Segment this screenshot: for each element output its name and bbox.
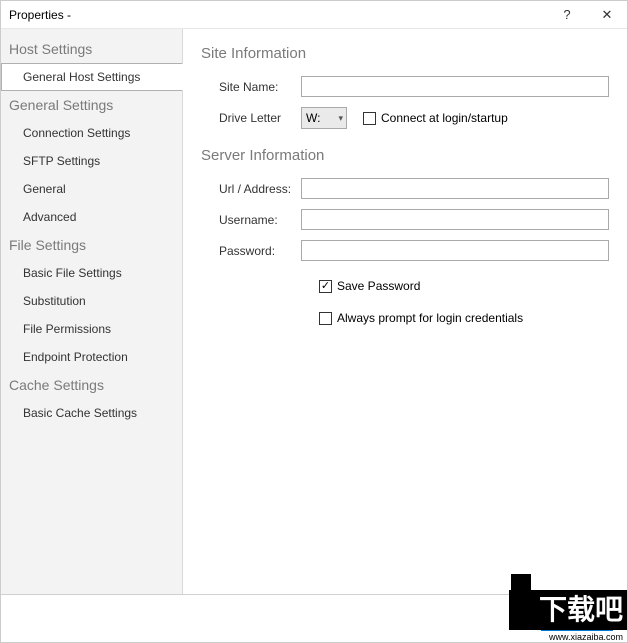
titlebar: Properties - ? ✕ bbox=[1, 1, 627, 29]
site-name-label: Site Name: bbox=[201, 80, 301, 94]
drive-letter-label: Drive Letter bbox=[201, 111, 301, 125]
row-password: Password: bbox=[201, 240, 609, 261]
main-panel: Site Information Site Name: Drive Letter… bbox=[183, 29, 627, 594]
connect-startup-label: Connect at login/startup bbox=[381, 111, 508, 125]
server-information-title: Server Information bbox=[201, 147, 609, 164]
ok-button[interactable] bbox=[541, 607, 613, 631]
help-button[interactable]: ? bbox=[547, 1, 587, 29]
always-prompt-checkbox[interactable] bbox=[319, 312, 332, 325]
window-title: Properties - bbox=[9, 8, 547, 22]
row-url: Url / Address: bbox=[201, 178, 609, 199]
nav-file-permissions[interactable]: File Permissions bbox=[1, 315, 182, 343]
connect-startup-checkbox[interactable] bbox=[363, 112, 376, 125]
close-button[interactable]: ✕ bbox=[587, 1, 627, 29]
nav-basic-file-settings[interactable]: Basic File Settings bbox=[1, 259, 182, 287]
row-username: Username: bbox=[201, 209, 609, 230]
nav-sftp-settings[interactable]: SFTP Settings bbox=[1, 147, 182, 175]
save-password-wrap[interactable]: Save Password bbox=[319, 279, 420, 293]
nav-advanced[interactable]: Advanced bbox=[1, 203, 182, 231]
nav-general[interactable]: General bbox=[1, 175, 182, 203]
site-name-input[interactable] bbox=[301, 76, 609, 97]
save-password-checkbox[interactable] bbox=[319, 280, 332, 293]
username-input[interactable] bbox=[301, 209, 609, 230]
connect-startup-wrap[interactable]: Connect at login/startup bbox=[363, 111, 508, 125]
nav-general-host-settings[interactable]: General Host Settings bbox=[1, 63, 183, 91]
row-site-name: Site Name: bbox=[201, 76, 609, 97]
nav-endpoint-protection[interactable]: Endpoint Protection bbox=[1, 343, 182, 371]
drive-letter-value: W: bbox=[306, 111, 320, 125]
url-label: Url / Address: bbox=[201, 182, 301, 196]
section-header-file: File Settings bbox=[1, 231, 182, 259]
password-label: Password: bbox=[201, 244, 301, 258]
nav-substitution[interactable]: Substitution bbox=[1, 287, 182, 315]
always-prompt-label: Always prompt for login credentials bbox=[337, 311, 523, 325]
always-prompt-wrap[interactable]: Always prompt for login credentials bbox=[319, 311, 523, 325]
row-save-password: Save Password bbox=[201, 279, 609, 293]
nav-basic-cache-settings[interactable]: Basic Cache Settings bbox=[1, 399, 182, 427]
section-header-host: Host Settings bbox=[1, 35, 182, 63]
save-password-label: Save Password bbox=[337, 279, 420, 293]
chevron-down-icon: ▾ bbox=[338, 113, 343, 124]
row-drive-letter: Drive Letter W: ▾ Connect at login/start… bbox=[201, 107, 609, 129]
section-header-general: General Settings bbox=[1, 91, 182, 119]
nav-connection-settings[interactable]: Connection Settings bbox=[1, 119, 182, 147]
username-label: Username: bbox=[201, 213, 301, 227]
site-information-title: Site Information bbox=[201, 45, 609, 62]
watermark-url: www.xiazaiba.com bbox=[549, 632, 623, 642]
drive-letter-combo[interactable]: W: ▾ bbox=[301, 107, 347, 129]
url-input[interactable] bbox=[301, 178, 609, 199]
content-area: Host Settings General Host Settings Gene… bbox=[1, 29, 627, 594]
section-header-cache: Cache Settings bbox=[1, 371, 182, 399]
row-always-prompt: Always prompt for login credentials bbox=[201, 311, 609, 325]
footer: 下载吧 www.xiazaiba.com bbox=[1, 594, 627, 642]
password-input[interactable] bbox=[301, 240, 609, 261]
sidebar: Host Settings General Host Settings Gene… bbox=[1, 29, 183, 594]
